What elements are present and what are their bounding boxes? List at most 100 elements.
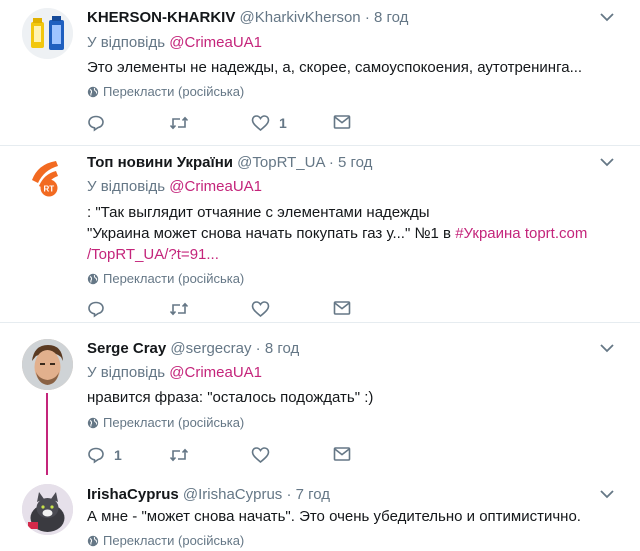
heart-icon xyxy=(251,301,270,318)
reply-mention-link[interactable]: @CrimeaUA1 xyxy=(169,364,262,381)
avatar[interactable] xyxy=(22,484,73,535)
envelope-icon xyxy=(333,115,351,129)
tweet-text-line: Это элементы не надежды, а, скорее, само… xyxy=(87,59,583,76)
tweet-header: Топ новини України @TopRT_UA · 5 год xyxy=(87,154,372,171)
globe-icon xyxy=(87,86,99,97)
reply-icon xyxy=(88,301,104,318)
tweet-text-segment: "Украина может снова начать покупать газ… xyxy=(87,225,456,242)
reply-mention-link[interactable]: @CrimeaUA1 xyxy=(169,34,262,51)
reply-context: У відповідь @CrimeaUA1 xyxy=(87,364,262,381)
reply-button[interactable]: 1 xyxy=(87,446,122,464)
reply-prefix: У відповідь xyxy=(87,364,166,381)
author-handle[interactable]: @KharkivKherson xyxy=(240,9,361,26)
tweet-text-line: А мне - "может снова начать". Это очень … xyxy=(87,508,581,525)
tweet[interactable]: IrishaCyprus @IrishaCyprus · 7 год А мне… xyxy=(0,476,640,551)
timestamp[interactable]: 8 год xyxy=(265,340,299,357)
reply-button[interactable] xyxy=(87,300,114,318)
retweet-button[interactable] xyxy=(169,446,198,464)
avatar[interactable] xyxy=(22,339,73,390)
lanterns-avatar-image xyxy=(22,8,73,59)
author-handle[interactable]: @IrishaCyprus xyxy=(183,486,282,503)
timestamp[interactable]: 7 год xyxy=(296,486,330,503)
globe-icon xyxy=(87,535,99,546)
tweet-actions: 1 xyxy=(87,446,367,466)
tweet-text: Это элементы не надежды, а, скорее, само… xyxy=(87,57,582,78)
tweet-header: Serge Cray @sergecray · 8 год xyxy=(87,340,299,357)
thread-connector-line xyxy=(46,393,48,475)
tweet[interactable]: RT Топ новини України @TopRT_UA · 5 год … xyxy=(0,146,640,322)
author-name[interactable]: KHERSON-KHARKIV xyxy=(87,9,235,26)
retweet-button[interactable] xyxy=(169,114,198,132)
translate-label[interactable]: Перекласти (російська) xyxy=(103,533,244,548)
heart-icon xyxy=(251,447,270,464)
translate-label[interactable]: Перекласти (російська) xyxy=(103,84,244,99)
retweet-button[interactable] xyxy=(169,300,198,318)
heart-icon xyxy=(251,115,270,132)
reply-prefix: У відповідь xyxy=(87,34,166,51)
tweet[interactable]: Serge Cray @sergecray · 8 год У відповід… xyxy=(0,323,640,483)
retweet-icon xyxy=(169,116,189,130)
globe-icon xyxy=(87,273,99,284)
separator-dot: · xyxy=(364,9,370,26)
chevron-down-icon[interactable] xyxy=(600,12,614,22)
author-handle[interactable]: @sergecray xyxy=(170,340,251,357)
author-handle[interactable]: @TopRT_UA xyxy=(237,154,325,171)
direct-message-button[interactable] xyxy=(333,114,351,130)
author-name[interactable]: Топ новини України xyxy=(87,154,233,171)
author-name[interactable]: IrishaCyprus xyxy=(87,486,179,503)
envelope-icon xyxy=(333,447,351,461)
tweet-actions: 1 xyxy=(87,114,367,134)
url-link[interactable]: toprt.com xyxy=(525,225,588,242)
reply-count: 1 xyxy=(114,447,122,463)
reply-prefix: У відповідь xyxy=(87,178,166,195)
tweet-actions xyxy=(87,300,367,320)
translate-link[interactable]: Перекласти (російська) xyxy=(87,84,244,99)
translate-label[interactable]: Перекласти (російська) xyxy=(103,415,244,430)
tweet[interactable]: KHERSON-KHARKIV @KharkivKherson · 8 год … xyxy=(0,0,640,145)
envelope-icon xyxy=(333,301,351,315)
tweet-text: : "Так выглядит отчаяние с элементами на… xyxy=(87,202,587,265)
like-button[interactable]: 1 xyxy=(251,114,287,132)
timestamp[interactable]: 8 год xyxy=(374,9,408,26)
tweet-text-line: нравится фраза: "осталось подождать" :) xyxy=(87,389,374,406)
author-name[interactable]: Serge Cray xyxy=(87,340,166,357)
chevron-down-icon[interactable] xyxy=(600,489,614,499)
like-button[interactable] xyxy=(251,446,279,464)
chevron-down-icon[interactable] xyxy=(600,157,614,167)
direct-message-button[interactable] xyxy=(333,300,351,316)
toprt-logo-avatar-image: RT xyxy=(22,152,73,203)
tweet-text: нравится фраза: "осталось подождать" :) xyxy=(87,387,373,408)
direct-message-button[interactable] xyxy=(333,446,351,462)
tweet-text-line: : "Так выглядит отчаяние с элементами на… xyxy=(87,204,430,221)
user-photo-avatar-image xyxy=(22,339,73,390)
cat-photo-avatar-image xyxy=(22,484,73,535)
translate-link[interactable]: Перекласти (російська) xyxy=(87,533,244,548)
like-count: 1 xyxy=(279,115,287,131)
tweet-text-line: "Украина может снова начать покупать газ… xyxy=(87,223,587,244)
reply-mention-link[interactable]: @CrimeaUA1 xyxy=(169,178,262,195)
reply-context: У відповідь @CrimeaUA1 xyxy=(87,34,262,51)
reply-icon xyxy=(88,115,104,132)
globe-icon xyxy=(87,417,99,428)
timestamp[interactable]: 5 год xyxy=(338,154,372,171)
separator-dot: · xyxy=(255,340,261,357)
reply-icon xyxy=(88,447,104,464)
reply-context: У відповідь @CrimeaUA1 xyxy=(87,178,262,195)
separator-dot: · xyxy=(286,486,292,503)
tweet-header: IrishaCyprus @IrishaCyprus · 7 год xyxy=(87,486,330,503)
hashtag-link[interactable]: #Украина xyxy=(455,225,520,242)
like-button[interactable] xyxy=(251,300,279,318)
tweet-text: А мне - "может снова начать". Это очень … xyxy=(87,506,581,527)
chevron-down-icon[interactable] xyxy=(600,343,614,353)
translate-label[interactable]: Перекласти (російська) xyxy=(103,271,244,286)
avatar[interactable]: RT xyxy=(22,152,73,203)
reply-button[interactable] xyxy=(87,114,114,132)
translate-link[interactable]: Перекласти (російська) xyxy=(87,271,244,286)
tweet-header: KHERSON-KHARKIV @KharkivKherson · 8 год xyxy=(87,9,408,26)
svg-text:RT: RT xyxy=(44,185,55,194)
separator-dot: · xyxy=(328,154,334,171)
retweet-icon xyxy=(169,448,189,462)
translate-link[interactable]: Перекласти (російська) xyxy=(87,415,244,430)
url-link-continuation[interactable]: /TopRT_UA/?t=91... xyxy=(87,244,587,265)
avatar[interactable] xyxy=(22,8,73,59)
